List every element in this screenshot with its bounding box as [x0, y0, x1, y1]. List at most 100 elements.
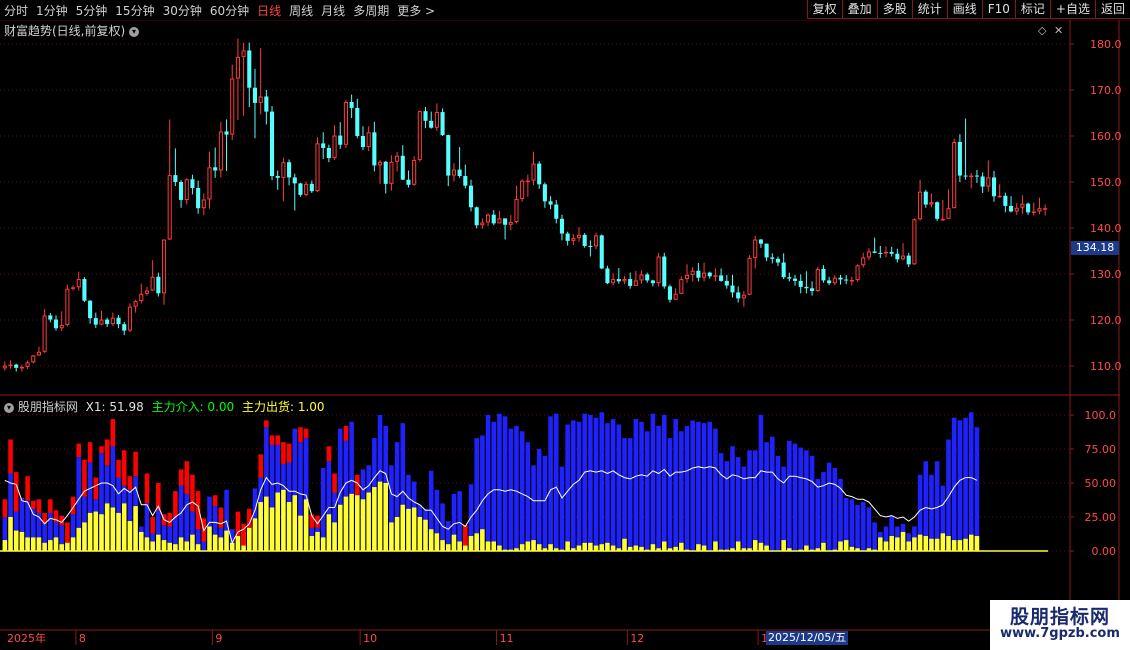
indicator-blue-bar — [713, 428, 718, 551]
indicator-yellow-bar — [599, 544, 605, 551]
close-icon[interactable]: ✕ — [1054, 24, 1063, 37]
last-price-tag: 134.18 — [1071, 241, 1119, 255]
candle-body — [690, 270, 695, 275]
candle-body — [1020, 203, 1025, 208]
indicator-yellow-bar — [167, 542, 172, 551]
chevron-down-icon[interactable]: ▾ — [4, 402, 14, 413]
candle-body — [781, 262, 786, 278]
x1-value: X1: 51.98 — [85, 400, 144, 414]
indicator-red-bar — [218, 507, 224, 528]
indicator-red-bar — [116, 459, 121, 478]
indicator-blue-bar — [872, 522, 877, 551]
candle-body — [71, 287, 76, 289]
candle-body — [974, 175, 979, 177]
candle-body — [480, 222, 485, 226]
indicator-yellow-bar — [582, 542, 587, 551]
candle-body — [167, 175, 172, 240]
candle-body — [866, 251, 871, 258]
indicator-blue-bar — [491, 421, 497, 551]
candle-body — [844, 279, 849, 281]
candle-body — [1043, 208, 1048, 210]
indicator-yellow-bar — [309, 536, 315, 551]
indicator-red-bar — [110, 419, 116, 447]
candle-body — [48, 315, 53, 320]
indicator-yellow-bar — [326, 514, 332, 551]
indicator-blue-bar — [701, 423, 707, 551]
candle-body — [156, 276, 161, 294]
indicator-yellow-bar — [252, 518, 258, 551]
candle-body — [400, 155, 405, 180]
indicator-yellow-bar — [247, 526, 252, 551]
main-out-value: 主力出货: 1.00 — [241, 400, 325, 414]
indicator-blue-bar — [536, 449, 542, 551]
price-axis-label: 140.0 — [1090, 222, 1122, 235]
indicator-red-bar — [121, 450, 127, 486]
right-panel-edge[interactable] — [1120, 20, 1130, 632]
indicator-yellow-bar — [133, 506, 138, 551]
indicator-yellow-bar — [536, 544, 542, 551]
indicator-red-bar — [463, 525, 468, 546]
indicator-red-bar — [173, 491, 178, 517]
indicator-yellow-bar — [82, 522, 87, 551]
indicator-blue-bar — [684, 425, 690, 551]
indicator-yellow-bar — [320, 537, 326, 551]
candle-body — [576, 234, 582, 239]
indicator-yellow-bar — [315, 531, 320, 551]
indicator-red-bar — [144, 473, 150, 504]
indicator-red-bar — [93, 477, 99, 500]
indicator-yellow-bar — [474, 533, 479, 551]
candle-body — [144, 290, 150, 294]
diamond-icon[interactable]: ◇ — [1038, 24, 1046, 37]
indicator-yellow-bar — [485, 541, 491, 551]
indicator-blue-bar — [531, 465, 536, 551]
indicator-blue-bar — [718, 453, 724, 551]
indicator-yellow-bar — [76, 527, 82, 551]
candle-body — [133, 301, 138, 307]
candle-body — [82, 279, 87, 301]
indicator-red-bar — [343, 425, 349, 441]
stock-chart[interactable]: 180.0170.0160.0150.0140.0130.0120.0110.0… — [0, 0, 1130, 650]
candle-body — [14, 364, 19, 368]
indicator-yellow-bar — [843, 540, 849, 551]
indicator-red-bar — [36, 499, 42, 513]
indicator-blue-bar — [519, 431, 525, 551]
indicator-red-bar — [195, 491, 201, 530]
candle-body — [997, 195, 1002, 198]
candle-body — [662, 256, 667, 287]
indicator-blue-bar — [639, 421, 644, 551]
candle-body — [377, 161, 383, 166]
indicator-red-bar — [99, 446, 104, 454]
candle-body — [810, 288, 815, 292]
candle-body — [1003, 195, 1008, 206]
candle-body — [304, 183, 309, 195]
candle-body — [724, 280, 729, 286]
candle-body — [503, 218, 508, 225]
indicator-yellow-bar — [622, 538, 627, 551]
candle-body — [889, 251, 894, 254]
candle-body — [321, 143, 326, 148]
indicator-yellow-bar — [406, 508, 411, 551]
candle-body — [707, 272, 712, 277]
chevron-down-icon[interactable]: ▾ — [129, 26, 140, 37]
indicator-blue-bar — [815, 478, 821, 551]
indicator-blue-bar — [627, 438, 633, 551]
candle-body — [241, 50, 246, 57]
candle-body — [645, 274, 650, 281]
indicator-blue-bar — [758, 415, 764, 551]
main-title-text: 财富趋势(日线,前复权) — [4, 24, 126, 38]
candle-body — [224, 131, 229, 135]
candle-body — [497, 218, 502, 224]
indicator-blue-bar — [696, 421, 701, 551]
indicator-blue-bar — [735, 457, 741, 551]
indicator-yellow-bar — [951, 540, 957, 551]
indicator-yellow-bar — [497, 545, 502, 551]
candle-body — [883, 251, 889, 254]
time-axis-label: 10 — [363, 632, 377, 645]
indicator-yellow-bar — [292, 495, 298, 551]
candle-body — [775, 258, 781, 263]
indicator-red-bar — [133, 451, 138, 477]
indicator-yellow-bar — [679, 542, 684, 551]
candle-body — [298, 183, 303, 195]
candle-body — [582, 234, 587, 246]
indicator-red-bar — [298, 427, 303, 443]
